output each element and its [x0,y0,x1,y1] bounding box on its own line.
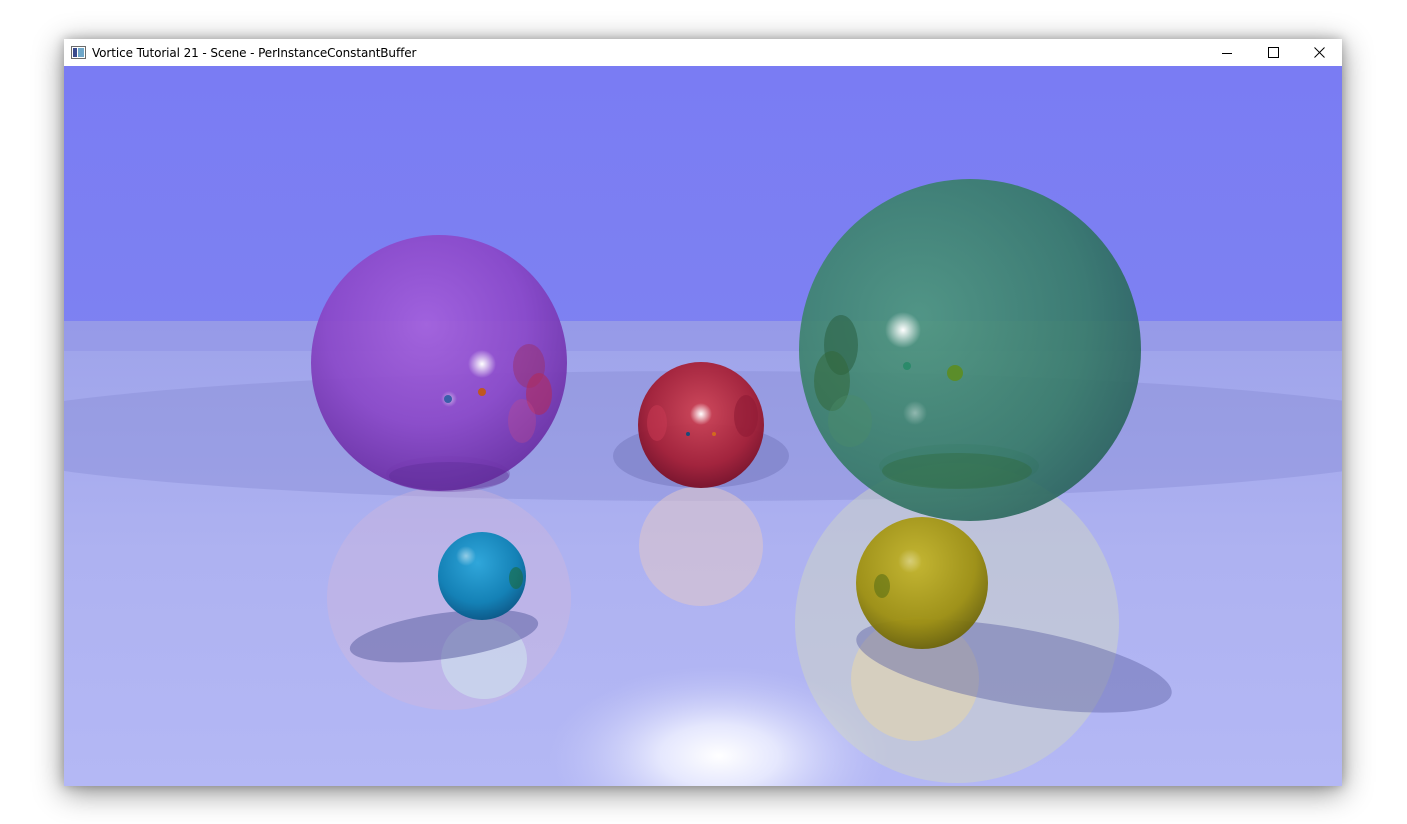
maximize-icon [1267,47,1279,58]
close-icon [1313,47,1325,58]
app-window: Vortice Tutorial 21 - Scene - PerInstanc… [64,39,1342,786]
minimize-icon [1222,52,1232,54]
purple-sphere [311,235,567,491]
caption-buttons [1204,39,1342,66]
blue-sphere [438,532,526,620]
raytraced-scene [64,66,1342,786]
red-sphere [638,362,764,488]
yellow-sphere [856,517,988,649]
window-app-icon[interactable] [71,46,86,59]
title-bar[interactable]: Vortice Tutorial 21 - Scene - PerInstanc… [64,39,1342,66]
render-viewport[interactable] [64,66,1342,786]
maximize-button[interactable] [1250,39,1296,66]
green-sphere [799,179,1141,521]
window-title: Vortice Tutorial 21 - Scene - PerInstanc… [92,45,417,60]
red-reflection [639,486,763,606]
close-button[interactable] [1296,39,1342,66]
minimize-button[interactable] [1204,39,1250,66]
